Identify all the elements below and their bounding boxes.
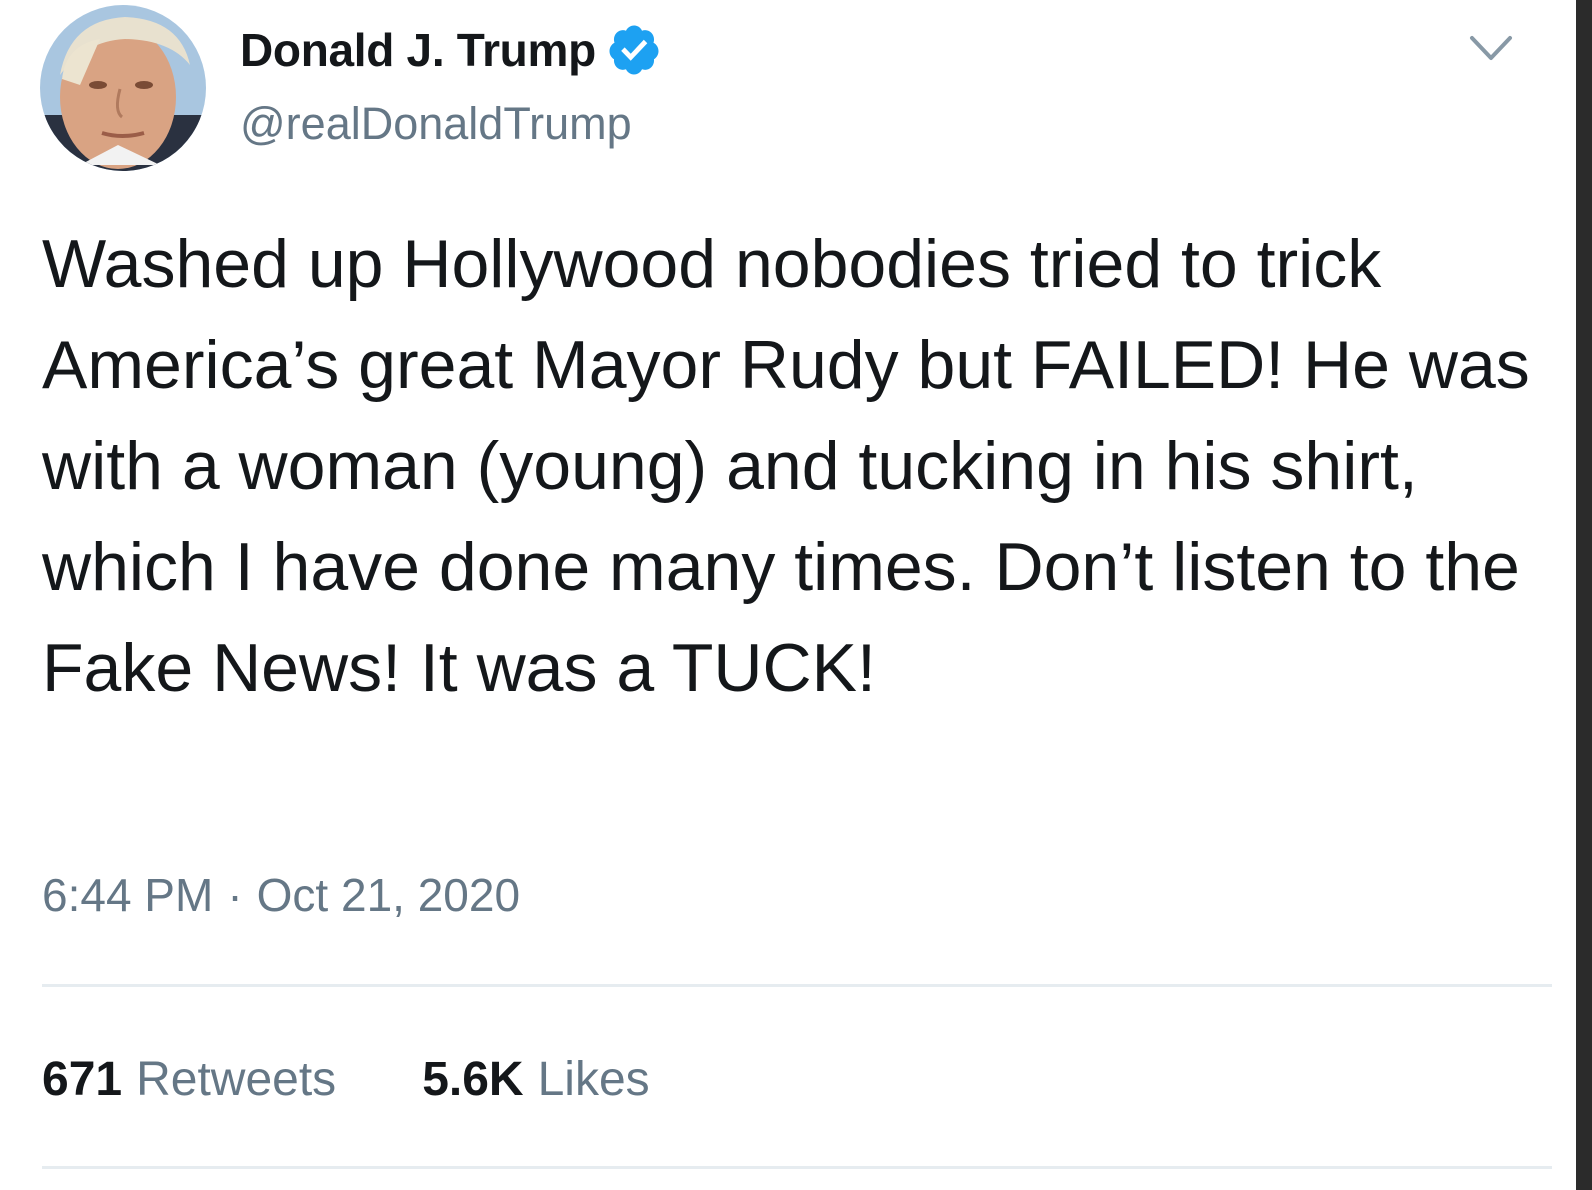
tweet-card: Donald J. Trump @realDonaldTrump Washed … [0,0,1592,1190]
author-name-row[interactable]: Donald J. Trump [240,20,662,80]
verified-badge-icon [609,25,659,75]
display-name[interactable]: Donald J. Trump [240,23,596,77]
profile-photo-icon [40,5,206,171]
retweets-count: 671 [42,1053,123,1106]
window-edge [1576,0,1592,1190]
chevron-down-icon[interactable] [1466,28,1516,68]
timestamp-separator: · [227,869,243,921]
tweet-timestamp[interactable]: 6:44 PM · Oct 21, 2020 [42,868,520,922]
tweet-stats: 671 Retweets 5.6K Likes [42,1052,650,1107]
likes-count: 5.6K [422,1053,524,1106]
tweet-text: Washed up Hollywood nobodies tried to tr… [42,226,1530,706]
tweet-time: 6:44 PM [42,869,214,921]
retweets-stat[interactable]: 671 Retweets [42,1052,336,1107]
tweet-date: Oct 21, 2020 [256,869,521,921]
likes-label: Likes [537,1053,650,1106]
retweets-label: Retweets [136,1053,337,1106]
likes-stat[interactable]: 5.6K Likes [422,1052,649,1107]
divider [42,1166,1552,1169]
divider [42,984,1552,987]
avatar[interactable] [40,5,206,171]
author-handle[interactable]: @realDonaldTrump [240,98,632,150]
